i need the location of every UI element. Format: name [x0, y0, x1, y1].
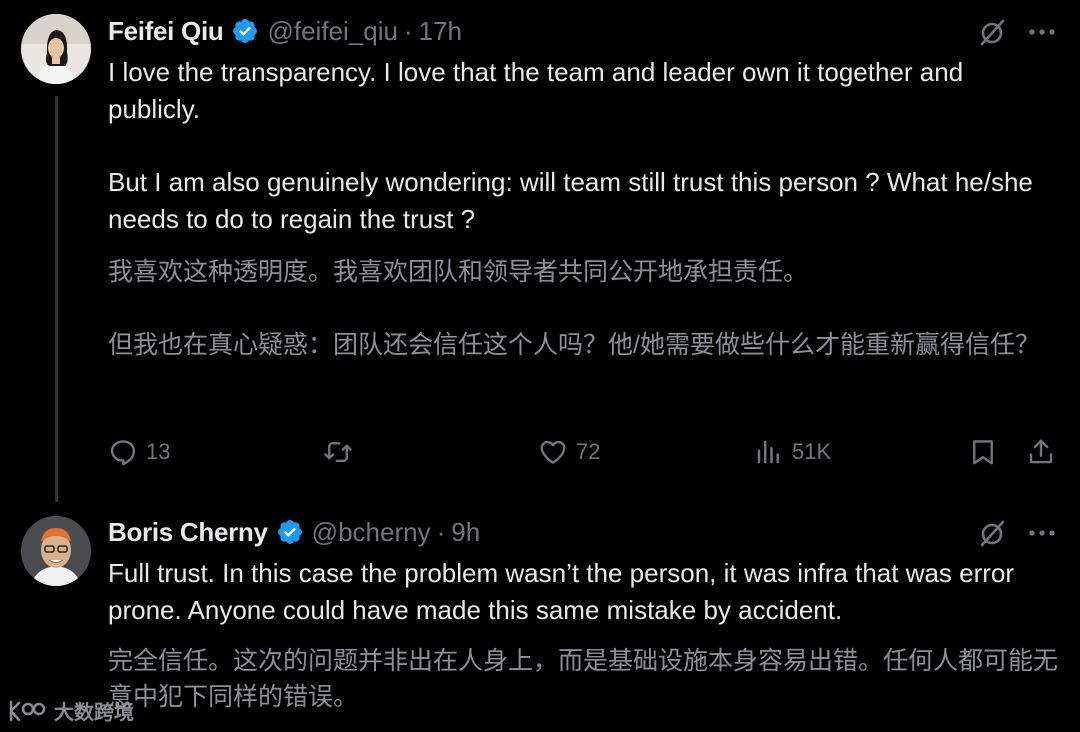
views-count: 51K	[792, 439, 832, 464]
verified-badge-icon	[277, 520, 302, 544]
translation-text: 我喜欢这种透明度。我喜欢团队和领导者共同公开地承担责任。	[108, 258, 809, 286]
reply-icon	[110, 440, 136, 466]
like-button[interactable]: 72	[538, 432, 600, 472]
share-icon	[1029, 439, 1053, 464]
retweet-icon	[324, 442, 352, 462]
translation-text: 完全信任。这次的问题并非出在人身上，而是基础设施本身容易出错。任何人都可能无意中…	[108, 647, 1059, 711]
tweet-text: Full trust. In this case the problem was…	[108, 558, 1015, 625]
verified-badge-icon	[233, 19, 258, 43]
more-icon[interactable]	[1026, 16, 1058, 48]
tweet-header: Feifei Qiu @feifei_qiu · 17h	[108, 14, 462, 48]
author-name[interactable]: Boris Cherny	[108, 517, 268, 548]
reply-button[interactable]: 13	[108, 432, 170, 472]
tweet-text: But I am also genuinely wondering: will …	[108, 167, 1033, 234]
timestamp[interactable]: 17h	[419, 16, 462, 47]
bookmark-icon	[973, 440, 993, 465]
grok-icon[interactable]	[976, 16, 1008, 48]
tweet-text: I love the transparency. I love that the…	[108, 57, 964, 124]
watermark-text: 大数跨境	[54, 702, 134, 724]
author-name[interactable]: Feifei Qiu	[108, 16, 224, 47]
like-icon	[540, 440, 566, 464]
more-icon[interactable]	[1026, 517, 1058, 549]
tweet-actions: 13 72 51K	[0, 432, 1080, 478]
reply-count: 13	[146, 439, 171, 464]
like-count: 72	[576, 439, 601, 464]
timestamp[interactable]: 9h	[451, 517, 480, 548]
views-button[interactable]: 51K	[754, 432, 831, 472]
watermark: 大数跨境	[8, 696, 134, 725]
views-icon	[757, 440, 779, 464]
author-handle[interactable]: @feifei_qiu	[267, 16, 397, 47]
bookmark-button[interactable]	[968, 432, 998, 472]
watermark-logo-icon	[9, 700, 46, 721]
tweet-header: Boris Cherny @bcherny · 9h	[108, 515, 480, 549]
translation-text: 但我也在真心疑惑：团队还会信任这个人吗？他/她需要做些什么才能重新赢得信任？	[108, 331, 1040, 359]
share-button[interactable]	[1026, 432, 1056, 472]
separator: ·	[436, 516, 446, 547]
grok-icon[interactable]	[976, 517, 1008, 549]
author-handle[interactable]: @bcherny	[312, 517, 431, 548]
avatar[interactable]	[21, 14, 91, 84]
separator: ·	[403, 15, 413, 46]
avatar[interactable]	[21, 516, 91, 586]
retweet-button[interactable]	[323, 432, 353, 472]
